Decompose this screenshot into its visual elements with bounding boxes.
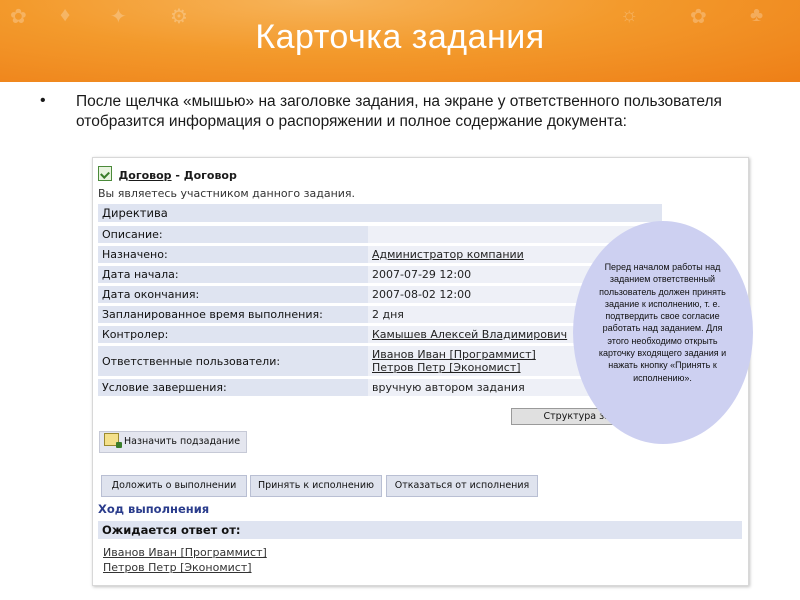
assign-subtask-label: Назначить подзадание (124, 436, 241, 447)
awaiting-response-header: Ожидается ответ от: (98, 521, 742, 539)
row-label: Дата окончания: (98, 286, 368, 303)
row-label: Описание: (98, 226, 368, 243)
responsible-user-link[interactable]: Иванов Иван [Программист] (372, 348, 536, 361)
title-separator: - (171, 169, 184, 182)
intro-text: После щелчка «мышью» на заголовке задани… (76, 93, 722, 130)
table-row: Описание: (98, 226, 663, 243)
progress-section-title[interactable]: Ход выполнения (98, 502, 209, 516)
row-label: Условие завершения: (98, 379, 368, 396)
callout-text: Перед началом работы над заданием ответс… (598, 262, 727, 383)
row-label: Назначено: (98, 246, 368, 263)
assigned-by-link[interactable]: Администратор компании (372, 248, 524, 261)
controller-link[interactable]: Камышев Алексей Владимирович (372, 328, 567, 341)
document-link[interactable]: Договор (119, 169, 172, 182)
responder-link[interactable]: Петров Петр [Экономист] (103, 561, 252, 574)
table-row: Дата начала: 2007-07-29 12:00 (98, 266, 663, 283)
row-label: Контролер: (98, 326, 368, 343)
document-title: Договор - Договор (98, 166, 237, 182)
directive-header: Директива (98, 204, 662, 222)
row-label: Запланированное время выполнения: (98, 306, 368, 323)
responsible-user-link[interactable]: Петров Петр [Экономист] (372, 361, 521, 374)
accept-task-button[interactable]: Принять к исполнению (250, 475, 382, 497)
row-label: Дата начала: (98, 266, 368, 283)
report-completion-button[interactable]: Доложить о выполнении (101, 475, 247, 497)
slide-header: ✿ ♦ ✦ ⚙ ☼ ✿ ♣ Карточка задания (0, 0, 800, 82)
refuse-task-button[interactable]: Отказаться от исполнения (386, 475, 538, 497)
subtask-icon (104, 433, 122, 448)
table-row: Условие завершения: вручную автором зада… (98, 379, 663, 396)
assign-subtask-button[interactable]: Назначить подзадание (99, 431, 248, 453)
participant-note: Вы являетесь участником данного задания. (98, 187, 356, 200)
document-name: Договор (183, 169, 237, 182)
bullet-marker: • (40, 92, 46, 109)
responder-link[interactable]: Иванов Иван [Программист] (103, 546, 267, 559)
row-label: Ответственные пользователи: (98, 346, 368, 376)
table-row: Назначено: Администратор компании (98, 246, 663, 263)
document-icon (98, 166, 112, 181)
slide-title: Карточка задания (255, 18, 545, 56)
